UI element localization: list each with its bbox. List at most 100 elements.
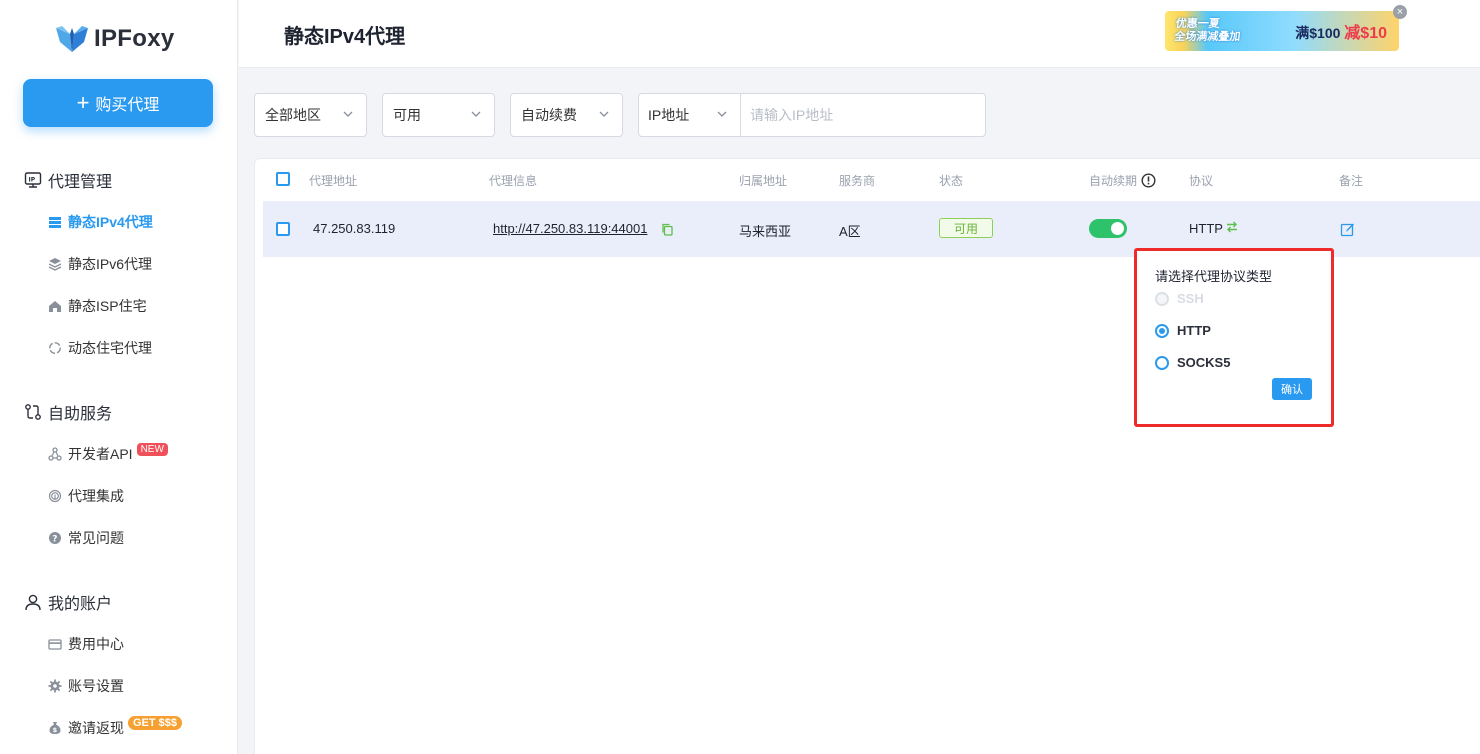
chevron-down-icon [471, 111, 481, 117]
column-header-location: 归属地址 [739, 174, 788, 188]
sidebar-item-label: 静态ISP住宅 [68, 298, 147, 314]
ip-search-group: IP地址 [638, 93, 986, 137]
protocol-select-popover: 请选择代理协议类型 SSH HTTP SOCKS5 确认 [1134, 248, 1334, 427]
credit-card-icon [48, 637, 62, 651]
radio-button[interactable] [1155, 323, 1169, 338]
group-proxy-management: IP 代理管理 [24, 168, 112, 192]
promo-line-1: 优惠一夏 [1175, 18, 1221, 30]
status-badge: 可用 [939, 218, 993, 238]
select-all-checkbox[interactable] [276, 172, 290, 186]
buy-proxy-label: 购买代理 [95, 97, 160, 114]
sidebar-item-label: 代理集成 [68, 488, 124, 504]
new-badge: NEW [136, 442, 168, 456]
column-header-provider: 服务商 [839, 174, 876, 188]
sidebar-item-label: 账号设置 [68, 678, 124, 694]
popover-title: 请选择代理协议类型 [1155, 269, 1273, 284]
chevron-down-icon [599, 111, 609, 117]
column-header-auto-renew-label: 自动续期 [1089, 174, 1138, 188]
confirm-button[interactable]: 确认 [1272, 378, 1312, 400]
column-header-info: 代理信息 [489, 174, 538, 188]
status-select[interactable]: 可用 [382, 93, 495, 137]
radio-label: SSH [1177, 291, 1204, 306]
info-icon[interactable] [1141, 173, 1156, 188]
page-title: 静态IPv4代理 [284, 26, 406, 48]
layers-icon [48, 257, 62, 271]
group-title-label: 代理管理 [48, 174, 113, 191]
region-select[interactable]: 全部地区 [254, 93, 367, 137]
renew-select[interactable]: 自动续费 [510, 93, 623, 137]
sidebar-item-referral[interactable]: $ 邀请返现 GET $$$ [48, 716, 183, 738]
server-list-icon [48, 215, 62, 229]
promo-threshold: 满$100 [1295, 25, 1341, 41]
column-header-note: 备注 [1339, 174, 1364, 188]
ip-type-select[interactable]: IP地址 [639, 94, 741, 136]
sidebar-item-static-ipv4[interactable]: 静态IPv4代理 [48, 212, 153, 232]
column-header-auto-renew: 自动续期 [1089, 172, 1156, 189]
column-header-protocol: 协议 [1189, 174, 1214, 188]
sidebar-item-label: 开发者API [68, 446, 133, 462]
sidebar-item-account-settings[interactable]: 账号设置 [48, 676, 124, 696]
get-cash-badge: GET $$$ [128, 716, 183, 730]
radio-option-socks5[interactable]: SOCKS5 [1155, 355, 1230, 370]
logo[interactable]: IPFoxy [54, 22, 175, 56]
sidebar-item-label: 费用中心 [68, 636, 124, 652]
question-icon: ? [48, 531, 62, 545]
sidebar-item-faq[interactable]: ? 常见问题 [48, 528, 124, 548]
sidebar-item-static-ipv6[interactable]: 静态IPv6代理 [48, 254, 152, 274]
user-icon [24, 593, 42, 611]
chevron-down-icon [717, 111, 727, 117]
column-header-address: 代理地址 [309, 174, 358, 188]
copy-icon[interactable] [661, 223, 673, 236]
region-select-value: 全部地区 [265, 107, 321, 123]
sidebar-item-static-isp[interactable]: 静态ISP住宅 [48, 296, 147, 316]
fox-logo-icon [54, 24, 90, 54]
cell-proxy-info-link[interactable]: http://47.250.83.119:44001 [493, 221, 647, 236]
radio-button [1155, 291, 1169, 306]
swap-arrows-icon[interactable] [1225, 220, 1239, 234]
svg-text:$: $ [53, 726, 58, 734]
promo-right-text: 满$100 减$10 [1295, 19, 1387, 43]
group-my-account: 我的账户 [24, 590, 112, 614]
radio-option-http[interactable]: HTTP [1155, 323, 1211, 338]
promo-close-icon[interactable]: × [1393, 5, 1407, 19]
sidebar-item-label: 动态住宅代理 [68, 340, 152, 356]
status-select-value: 可用 [393, 107, 421, 123]
cell-location: 马来西亚 [739, 224, 792, 239]
self-service-icon [24, 403, 42, 421]
row-checkbox[interactable] [276, 222, 290, 236]
home-icon [48, 299, 62, 313]
svg-text:IP: IP [29, 177, 36, 184]
auto-renew-toggle[interactable] [1089, 219, 1127, 238]
sidebar: IPFoxy + 购买代理 IP 代理管理 静态IPv4代理 静态IPv6代理 … [0, 0, 238, 754]
promo-left-text: 优惠一夏 全场满减叠加 [1174, 18, 1243, 44]
api-nodes-icon [48, 447, 62, 461]
renew-select-value: 自动续费 [521, 107, 577, 123]
sidebar-item-billing[interactable]: 费用中心 [48, 634, 124, 654]
sidebar-item-proxy-integration[interactable]: 代理集成 [48, 486, 124, 506]
promo-banner[interactable]: 优惠一夏 全场满减叠加 满$100 减$10 [1165, 11, 1399, 51]
sidebar-item-label: 静态IPv4代理 [68, 214, 153, 230]
edit-note-icon[interactable] [1340, 222, 1355, 237]
radio-label: SOCKS5 [1177, 355, 1231, 370]
fingerprint-icon [48, 489, 62, 503]
plus-icon: + [76, 90, 90, 115]
header: 静态IPv4代理 优惠一夏 全场满减叠加 满$100 减$10 × [239, 0, 1480, 68]
sidebar-item-developer-api[interactable]: 开发者API NEW [48, 442, 168, 464]
radio-button[interactable] [1155, 355, 1169, 370]
sidebar-item-label: 邀请返现 [68, 720, 124, 736]
svg-text:?: ? [52, 535, 57, 545]
group-self-service: 自助服务 [24, 400, 112, 424]
money-bag-icon: $ [48, 721, 62, 735]
promo-discount: 减$10 [1344, 25, 1387, 42]
cell-provider: A区 [839, 224, 861, 239]
ip-type-select-value: IP地址 [648, 107, 690, 123]
promo-line-2: 全场满减叠加 [1173, 31, 1241, 43]
cell-protocol[interactable]: HTTP [1189, 221, 1223, 236]
radio-label: HTTP [1177, 323, 1211, 338]
buy-proxy-button[interactable]: + 购买代理 [23, 79, 213, 127]
ip-search-input[interactable] [742, 94, 984, 136]
sidebar-item-dynamic-residential[interactable]: 动态住宅代理 [48, 338, 152, 358]
gear-icon [48, 679, 62, 693]
group-title-label: 我的账户 [48, 596, 113, 613]
sidebar-item-label: 常见问题 [68, 530, 124, 546]
